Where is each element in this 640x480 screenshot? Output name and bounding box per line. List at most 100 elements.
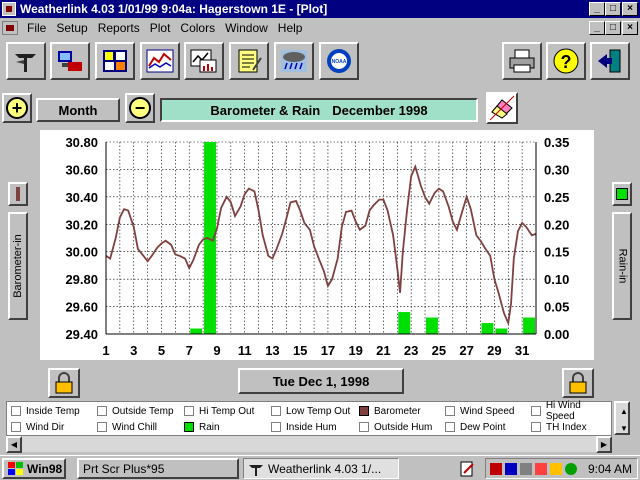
strip-chart-button[interactable] [184, 42, 224, 80]
tray-monitor-icon[interactable] [535, 462, 547, 475]
plot-button[interactable] [140, 42, 180, 80]
clock[interactable]: 9:04 AM [588, 462, 632, 476]
right-tick-label: 0.35 [544, 135, 569, 150]
legend-checkbox[interactable] [531, 406, 541, 416]
task-prtscr[interactable]: Prt Scr Plus*95 [77, 458, 239, 479]
station-button[interactable] [6, 42, 46, 80]
document-icon[interactable] [2, 21, 18, 35]
legend-item-inside-hum[interactable]: Inside Hum [271, 420, 337, 434]
legend-item-low-temp-out[interactable]: Low Temp Out [271, 404, 350, 418]
right-lock-button[interactable] [562, 368, 594, 398]
legend-item-barometer[interactable]: Barometer [359, 404, 421, 418]
close-button[interactable]: × [622, 2, 638, 16]
legend-item-inside-temp[interactable]: Inside Temp [11, 404, 80, 418]
notepad-button[interactable] [229, 42, 269, 80]
left-tick-label: 30.20 [65, 217, 98, 232]
scroll-down-icon[interactable]: ▼ [616, 420, 632, 437]
legend-item-wind-speed[interactable]: Wind Speed [445, 404, 514, 418]
weather-button[interactable] [274, 42, 314, 80]
quick-launch[interactable] [455, 458, 481, 479]
doc-restore-button[interactable]: □ [605, 21, 621, 35]
rain-bar [190, 328, 203, 334]
legend-item-outside-hum[interactable]: Outside Hum [359, 420, 432, 434]
legend-item-hi-temp-out[interactable]: Hi Temp Out [184, 404, 254, 418]
menu-reports[interactable]: Reports [93, 21, 145, 35]
clear-plot-button[interactable] [486, 92, 518, 124]
legend-checkbox[interactable] [97, 406, 107, 416]
legend-item-wind-chill[interactable]: Wind Chill [97, 420, 157, 434]
legend-label: Rain [199, 421, 220, 433]
doc-minimize-button[interactable]: _ [589, 21, 605, 35]
barometer-color-button[interactable] [8, 182, 28, 206]
right-axis-button[interactable]: Rain-in [612, 212, 632, 320]
legend-item-rain[interactable]: Rain [184, 420, 220, 434]
start-button[interactable]: Win98 [2, 458, 66, 479]
legend-checkbox[interactable] [184, 422, 194, 432]
left-axis-button[interactable]: Barometer-in [8, 212, 28, 320]
maximize-button[interactable]: □ [605, 2, 621, 16]
legend-item-hi-wind-speed[interactable]: Hi Wind Speed [531, 400, 611, 422]
legend-item-wind-dir[interactable]: Wind Dir [11, 420, 64, 434]
print-button[interactable] [502, 42, 542, 80]
legend-checkbox[interactable] [271, 422, 281, 432]
legend-checkbox[interactable] [445, 406, 455, 416]
app-icon[interactable] [2, 2, 16, 16]
x-tick-label: 15 [293, 343, 307, 358]
period-button[interactable]: Month [36, 98, 120, 122]
help-icon: ? [553, 48, 579, 74]
legend-vertical-scrollbar[interactable]: ▲ ▼ [614, 401, 630, 435]
legend-checkbox[interactable] [97, 422, 107, 432]
plot-chart[interactable]: 30.8030.6030.4030.2030.0029.8029.6029.40… [40, 130, 594, 360]
right-tick-label: 0.00 [544, 327, 569, 342]
date-button[interactable]: Tue Dec 1, 1998 [238, 368, 404, 394]
legend-checkbox[interactable] [359, 422, 369, 432]
left-lock-button[interactable] [48, 368, 80, 398]
menu-help[interactable]: Help [273, 21, 308, 35]
window-title: Weatherlink 4.03 1/01/99 9:04a: Hagersto… [20, 2, 328, 16]
task-weatherlink[interactable]: Weatherlink 4.03 1/... [243, 458, 399, 479]
legend-checkbox[interactable] [271, 406, 281, 416]
scroll-right-icon[interactable]: ▶ [596, 436, 612, 453]
legend-checkbox[interactable] [445, 422, 455, 432]
legend-item-dew-point[interactable]: Dew Point [445, 420, 506, 434]
menu-file[interactable]: File [22, 21, 51, 35]
minimize-button[interactable]: _ [589, 2, 605, 16]
horizontal-scrollbar[interactable]: ◀ ▶ [6, 436, 612, 453]
menu-setup[interactable]: Setup [51, 21, 92, 35]
tray-speaker-icon[interactable] [550, 462, 562, 475]
menu-colors[interactable]: Colors [175, 21, 220, 35]
tray-printer-icon[interactable] [520, 462, 532, 475]
connect-button[interactable] [50, 42, 90, 80]
noaa-button[interactable]: NOAA [319, 42, 359, 80]
scroll-track[interactable] [22, 436, 596, 452]
chart-title-variables: Barometer & Rain [210, 102, 321, 118]
legend-label: Outside Temp [112, 405, 174, 417]
rain-bar [523, 317, 535, 334]
x-tick-label: 1 [102, 343, 109, 358]
summary-button[interactable] [95, 42, 135, 80]
legend-item-outside-temp[interactable]: Outside Temp [97, 404, 174, 418]
plot-panel[interactable]: 30.80 30.60 30.40 30.20 30.00 29.80 29.60 29.40… [40, 130, 594, 360]
tray-app-icon[interactable] [490, 462, 502, 475]
menu-window[interactable]: Window [220, 21, 273, 35]
rain-color-button[interactable] [612, 182, 632, 206]
scroll-up-icon[interactable]: ▲ [616, 403, 632, 420]
legend-checkbox[interactable] [359, 406, 369, 416]
right-tick-label: 0.20 [544, 217, 569, 232]
legend-checkbox[interactable] [531, 422, 541, 432]
start-label: Win98 [27, 461, 63, 476]
help-button[interactable]: ? [546, 42, 586, 80]
legend-item-th-index[interactable]: TH Index [531, 420, 587, 434]
exit-button[interactable] [590, 42, 630, 80]
tray-network-icon[interactable] [505, 462, 517, 475]
legend-checkbox[interactable] [11, 406, 21, 416]
zoom-in-button[interactable]: + [2, 93, 32, 123]
title-bar[interactable]: Weatherlink 4.03 1/01/99 9:04a: Hagersto… [0, 0, 640, 18]
doc-close-button[interactable]: × [622, 21, 638, 35]
legend-checkbox[interactable] [11, 422, 21, 432]
tray-status-icon[interactable] [565, 462, 577, 475]
scroll-left-icon[interactable]: ◀ [6, 436, 22, 453]
menu-plot[interactable]: Plot [145, 21, 176, 35]
zoom-out-button[interactable]: − [125, 93, 155, 123]
legend-checkbox[interactable] [184, 406, 194, 416]
